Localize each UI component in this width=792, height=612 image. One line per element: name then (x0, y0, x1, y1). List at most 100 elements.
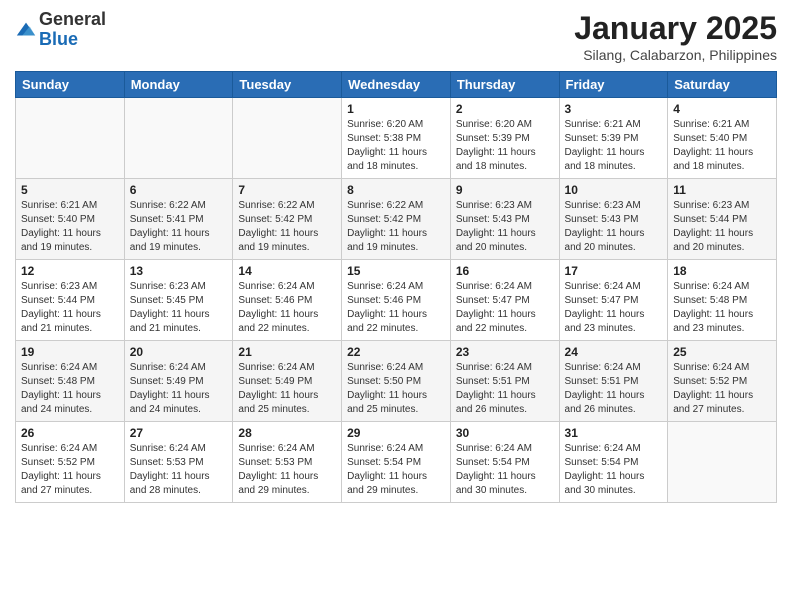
calendar-subtitle: Silang, Calabarzon, Philippines (574, 47, 777, 63)
weekday-header-wednesday: Wednesday (342, 72, 451, 98)
day-info: Sunrise: 6:23 AMSunset: 5:43 PMDaylight:… (565, 199, 663, 255)
calendar-cell: 13Sunrise: 6:23 AMSunset: 5:45 PMDayligh… (124, 260, 233, 341)
day-number: 5 (21, 183, 119, 197)
weekday-header-sunday: Sunday (16, 72, 125, 98)
day-info: Sunrise: 6:21 AMSunset: 5:40 PMDaylight:… (673, 118, 771, 174)
calendar-cell: 4 Sunrise: 6:21 AMSunset: 5:40 PMDaylight… (668, 98, 777, 179)
day-number: 14 (238, 264, 336, 278)
logo-text: General Blue (39, 10, 106, 50)
weekday-header-tuesday: Tuesday (233, 72, 342, 98)
calendar-cell: 22 Sunrise: 6:24 AMSunset: 5:50 PMDayligh… (342, 341, 451, 422)
calendar-cell: 26 Sunrise: 6:24 AMSunset: 5:52 PMDayligh… (16, 422, 125, 503)
day-number: 2 (456, 102, 554, 116)
day-number: 26 (21, 426, 119, 440)
calendar-cell: 8 Sunrise: 6:22 AMSunset: 5:42 PMDaylight… (342, 179, 451, 260)
day-info: Sunrise: 6:24 AMSunset: 5:48 PMDaylight:… (673, 280, 771, 336)
calendar-week-row: 1Sunrise: 6:20 AMSunset: 5:38 PMDaylight… (16, 98, 777, 179)
day-info: Sunrise: 6:24 AMSunset: 5:46 PMDaylight:… (347, 280, 445, 336)
calendar-cell: 28 Sunrise: 6:24 AMSunset: 5:53 PMDayligh… (233, 422, 342, 503)
logo-icon (15, 19, 37, 41)
day-info: Sunrise: 6:24 AMSunset: 5:51 PMDaylight:… (456, 361, 554, 417)
day-info: Sunrise: 6:22 AMSunset: 5:42 PMDaylight:… (347, 199, 445, 255)
day-info: Sunrise: 6:22 AMSunset: 5:41 PMDaylight:… (130, 199, 228, 255)
day-number: 25 (673, 345, 771, 359)
calendar-cell: 23 Sunrise: 6:24 AMSunset: 5:51 PMDayligh… (450, 341, 559, 422)
day-info: Sunrise: 6:24 AMSunset: 5:53 PMDaylight:… (238, 442, 336, 498)
day-number: 15 (347, 264, 445, 278)
logo-general-text: General (39, 10, 106, 30)
calendar-cell: 24 Sunrise: 6:24 AMSunset: 5:51 PMDayligh… (559, 341, 668, 422)
calendar-cell: 15 Sunrise: 6:24 AMSunset: 5:46 PMDayligh… (342, 260, 451, 341)
day-info: Sunrise: 6:24 AMSunset: 5:52 PMDaylight:… (21, 442, 119, 498)
day-number: 31 (565, 426, 663, 440)
calendar-week-row: 5Sunrise: 6:21 AMSunset: 5:40 PMDaylight… (16, 179, 777, 260)
title-block: January 2025 Silang, Calabarzon, Philipp… (574, 10, 777, 63)
calendar-cell: 12 Sunrise: 6:23 AMSunset: 5:44 PMDayligh… (16, 260, 125, 341)
day-info: Sunrise: 6:24 AMSunset: 5:54 PMDaylight:… (456, 442, 554, 498)
calendar-cell: 16 Sunrise: 6:24 AMSunset: 5:47 PMDayligh… (450, 260, 559, 341)
calendar-cell: 1Sunrise: 6:20 AMSunset: 5:38 PMDaylight… (342, 98, 451, 179)
day-number: 22 (347, 345, 445, 359)
calendar-week-row: 12 Sunrise: 6:23 AMSunset: 5:44 PMDayligh… (16, 260, 777, 341)
day-number: 19 (21, 345, 119, 359)
page-header: General Blue January 2025 Silang, Calaba… (15, 10, 777, 63)
day-number: 16 (456, 264, 554, 278)
day-number: 23 (456, 345, 554, 359)
day-info: Sunrise: 6:24 AMSunset: 5:49 PMDaylight:… (130, 361, 228, 417)
day-info: Sunrise: 6:22 AMSunset: 5:42 PMDaylight:… (238, 199, 336, 255)
day-info: Sunrise: 6:24 AMSunset: 5:51 PMDaylight:… (565, 361, 663, 417)
calendar-cell (124, 98, 233, 179)
day-number: 20 (130, 345, 228, 359)
calendar-cell: 21 Sunrise: 6:24 AMSunset: 5:49 PMDayligh… (233, 341, 342, 422)
calendar-cell: 5Sunrise: 6:21 AMSunset: 5:40 PMDaylight… (16, 179, 125, 260)
calendar-cell: 30Sunrise: 6:24 AMSunset: 5:54 PMDayligh… (450, 422, 559, 503)
day-info: Sunrise: 6:24 AMSunset: 5:52 PMDaylight:… (673, 361, 771, 417)
day-info: Sunrise: 6:24 AMSunset: 5:47 PMDaylight:… (456, 280, 554, 336)
day-number: 12 (21, 264, 119, 278)
calendar-cell: 19Sunrise: 6:24 AMSunset: 5:48 PMDayligh… (16, 341, 125, 422)
calendar-cell (233, 98, 342, 179)
day-number: 18 (673, 264, 771, 278)
day-info: Sunrise: 6:24 AMSunset: 5:47 PMDaylight:… (565, 280, 663, 336)
weekday-header-monday: Monday (124, 72, 233, 98)
day-number: 10 (565, 183, 663, 197)
calendar-cell: 3Sunrise: 6:21 AMSunset: 5:39 PMDaylight… (559, 98, 668, 179)
day-info: Sunrise: 6:23 AMSunset: 5:44 PMDaylight:… (21, 280, 119, 336)
day-number: 24 (565, 345, 663, 359)
calendar-week-row: 19Sunrise: 6:24 AMSunset: 5:48 PMDayligh… (16, 341, 777, 422)
day-number: 8 (347, 183, 445, 197)
calendar-cell: 11Sunrise: 6:23 AMSunset: 5:44 PMDayligh… (668, 179, 777, 260)
day-number: 21 (238, 345, 336, 359)
day-info: Sunrise: 6:23 AMSunset: 5:43 PMDaylight:… (456, 199, 554, 255)
day-number: 17 (565, 264, 663, 278)
calendar-cell: 29Sunrise: 6:24 AMSunset: 5:54 PMDayligh… (342, 422, 451, 503)
day-info: Sunrise: 6:24 AMSunset: 5:46 PMDaylight:… (238, 280, 336, 336)
day-info: Sunrise: 6:20 AMSunset: 5:39 PMDaylight:… (456, 118, 554, 174)
calendar-cell: 6 Sunrise: 6:22 AMSunset: 5:41 PMDaylight… (124, 179, 233, 260)
calendar-cell: 10 Sunrise: 6:23 AMSunset: 5:43 PMDayligh… (559, 179, 668, 260)
day-info: Sunrise: 6:23 AMSunset: 5:44 PMDaylight:… (673, 199, 771, 255)
calendar-cell (16, 98, 125, 179)
calendar-cell: 25 Sunrise: 6:24 AMSunset: 5:52 PMDayligh… (668, 341, 777, 422)
day-number: 6 (130, 183, 228, 197)
calendar-week-row: 26 Sunrise: 6:24 AMSunset: 5:52 PMDayligh… (16, 422, 777, 503)
day-info: Sunrise: 6:21 AMSunset: 5:39 PMDaylight:… (565, 118, 663, 174)
day-number: 7 (238, 183, 336, 197)
calendar-cell: 17 Sunrise: 6:24 AMSunset: 5:47 PMDayligh… (559, 260, 668, 341)
day-number: 27 (130, 426, 228, 440)
calendar-cell: 27Sunrise: 6:24 AMSunset: 5:53 PMDayligh… (124, 422, 233, 503)
day-number: 28 (238, 426, 336, 440)
weekday-header-thursday: Thursday (450, 72, 559, 98)
calendar-cell: 14 Sunrise: 6:24 AMSunset: 5:46 PMDayligh… (233, 260, 342, 341)
logo: General Blue (15, 10, 106, 50)
day-number: 13 (130, 264, 228, 278)
day-number: 4 (673, 102, 771, 116)
day-info: Sunrise: 6:24 AMSunset: 5:50 PMDaylight:… (347, 361, 445, 417)
calendar-table: SundayMondayTuesdayWednesdayThursdayFrid… (15, 71, 777, 503)
weekday-header-friday: Friday (559, 72, 668, 98)
calendar-cell: 9Sunrise: 6:23 AMSunset: 5:43 PMDaylight… (450, 179, 559, 260)
weekday-header-row: SundayMondayTuesdayWednesdayThursdayFrid… (16, 72, 777, 98)
day-number: 1 (347, 102, 445, 116)
day-number: 29 (347, 426, 445, 440)
day-info: Sunrise: 6:24 AMSunset: 5:49 PMDaylight:… (238, 361, 336, 417)
